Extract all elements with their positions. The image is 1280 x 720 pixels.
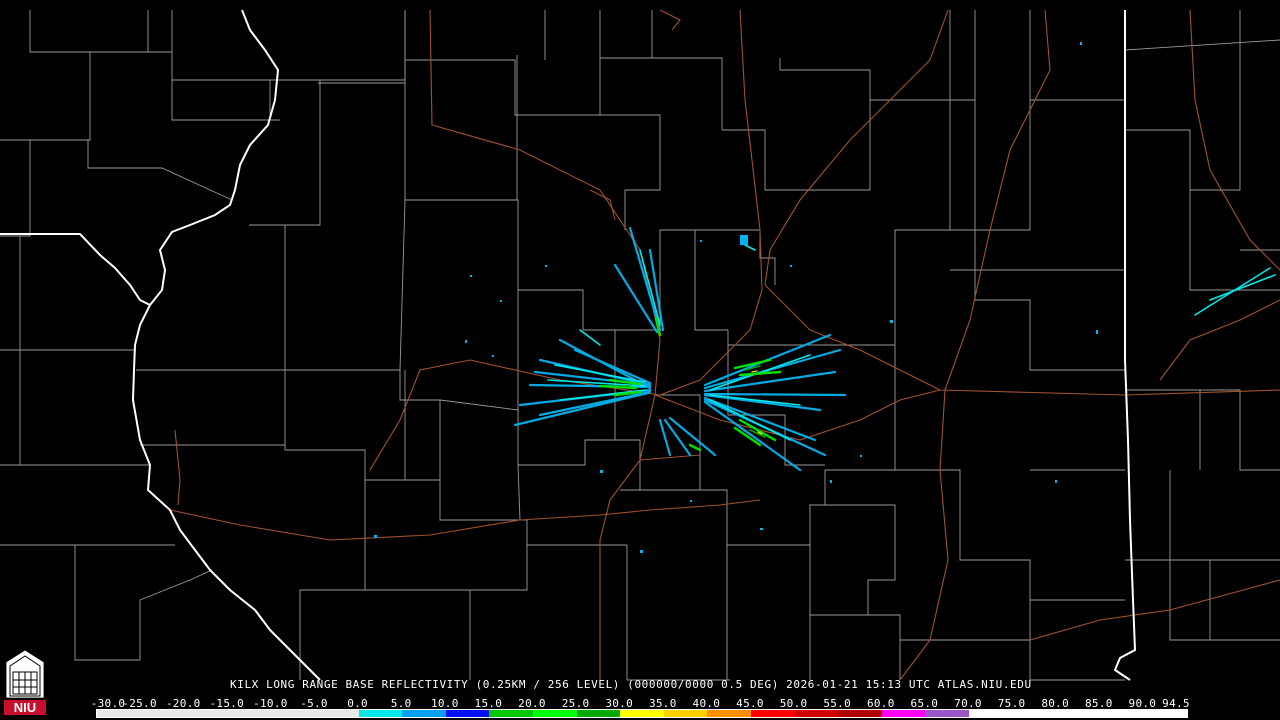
- colorbar-segment: [445, 710, 490, 717]
- scale-labels: -30.0 -25.0 -20.0 -15.0 -10.0 -5.0 0.0 5.0 10.0 1…: [91, 697, 1190, 710]
- highways: [169, 9, 1280, 681]
- colorbar-segment: [184, 710, 228, 717]
- colorbar-segment: [532, 710, 577, 717]
- colorbar-segment: [663, 710, 708, 717]
- product-caption: KILX LONG RANGE BASE REFLECTIVITY (0.25K…: [230, 678, 1032, 691]
- colorbar-segment: [925, 710, 969, 717]
- county-boundaries: [0, 10, 1280, 681]
- colorbar-segment: [1143, 710, 1187, 717]
- colorbar-segment: [1012, 710, 1057, 717]
- colorbar-segment: [838, 710, 882, 717]
- colorbar-segment: [1099, 710, 1144, 717]
- colorbar-segment: [750, 710, 795, 717]
- colorbar-segment: [271, 710, 315, 717]
- colorbar-segment: [227, 710, 272, 717]
- colorbar-segment: [140, 710, 185, 717]
- colorbar-segment: [402, 710, 446, 717]
- colorbar-segment: [489, 710, 533, 717]
- colorbar-segment: [620, 710, 664, 717]
- colorbar-segment: [707, 710, 751, 717]
- niu-logo: NIU: [4, 649, 46, 715]
- colorbar-segment: [881, 710, 926, 717]
- colorbar-segment: [358, 710, 403, 717]
- colorbar-segment: [794, 710, 839, 717]
- colorbar: [96, 709, 1188, 718]
- colorbar-segment: [968, 710, 1013, 717]
- reflectivity-color-scale: -30.0 -25.0 -20.0 -15.0 -10.0 -5.0 0.0 5.0 10.0 1…: [91, 697, 1190, 719]
- colorbar-segment: [97, 710, 141, 717]
- colorbar-segment: [314, 710, 359, 717]
- colorbar-segment: [1056, 710, 1100, 717]
- radar-map: [0, 9, 1280, 681]
- logo-text: NIU: [14, 700, 36, 715]
- radar-echoes: [374, 42, 1276, 553]
- colorbar-segment: [576, 710, 621, 717]
